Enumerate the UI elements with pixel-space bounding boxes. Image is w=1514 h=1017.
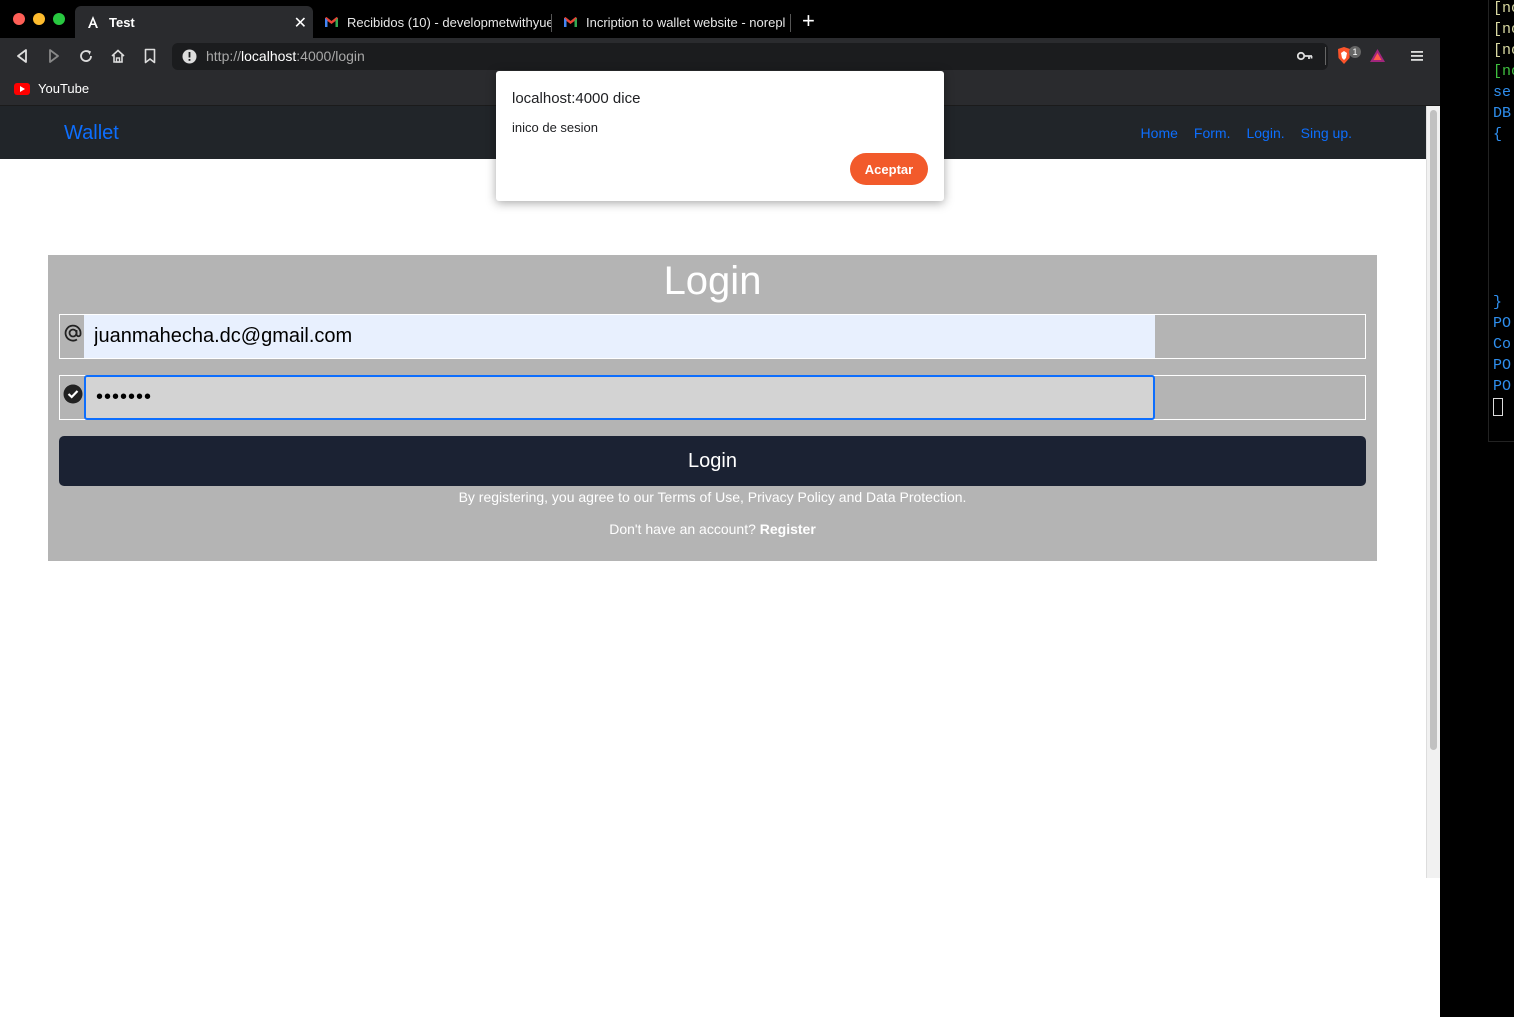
menu-icon[interactable] [1410, 49, 1424, 67]
login-card: Login Login By registering, you agree to… [48, 255, 1377, 561]
login-button[interactable]: Login [59, 436, 1366, 486]
bookmark-icon [144, 48, 156, 64]
brave-rewards-icon[interactable] [1369, 48, 1386, 68]
address-bar[interactable]: http://localhost:4000/login [172, 43, 1328, 70]
tab-title: Recibidos (10) - developmetwithyue [347, 14, 551, 30]
password-field-group [59, 375, 1366, 420]
toolbar-divider [1325, 47, 1326, 65]
login-title: Login [663, 259, 762, 303]
tab-bar: Test ✕ Recibidos (10) - developmetwithyu… [0, 0, 1440, 38]
check-circle-icon [62, 383, 84, 405]
page-scrollbar[interactable] [1426, 106, 1440, 878]
tab-test[interactable]: Test ✕ [75, 6, 313, 38]
terminal-window: [no [no [no [no se DB { } PO Co PO PO [1440, 0, 1514, 1017]
back-button[interactable] [12, 46, 32, 66]
register-line: Don't have an account? Register [48, 521, 1377, 537]
reload-button[interactable] [76, 46, 96, 66]
terminal-output: [no [no [no [no se DB { } PO Co PO PO [1488, 0, 1514, 442]
tab-title: Test [109, 14, 135, 30]
gmail-icon [323, 14, 339, 30]
browser-toolbar: http://localhost:4000/login 1 [0, 38, 1440, 74]
browser-window: Test ✕ Recibidos (10) - developmetwithyu… [0, 0, 1440, 878]
accept-button[interactable]: Aceptar [850, 153, 928, 185]
terminal-line: PO [1493, 378, 1512, 395]
url-scheme: http:// [206, 48, 242, 64]
url-path: :4000/login [296, 48, 365, 64]
alert-dialog: localhost:4000 dice inico de sesion Acep… [496, 71, 944, 201]
minimize-window-button[interactable] [33, 13, 45, 25]
key-icon[interactable] [1296, 49, 1313, 67]
url-host: localhost [241, 48, 297, 64]
reload-icon [80, 50, 92, 62]
terminal-line: DB [1493, 105, 1512, 122]
password-input[interactable] [84, 375, 1155, 420]
forward-icon [49, 49, 59, 63]
scrollbar-thumb[interactable] [1430, 110, 1437, 750]
terms-text: By registering, you agree to our Terms o… [458, 489, 967, 505]
info-icon[interactable] [182, 49, 197, 69]
nav-login[interactable]: Login. [1246, 125, 1284, 141]
terminal-line: se [1493, 84, 1512, 101]
terminal-line: PO [1493, 315, 1512, 332]
terminal-line: [no [1493, 63, 1514, 80]
close-window-button[interactable] [13, 13, 25, 25]
terminal-line: [no [1493, 21, 1514, 38]
web-page: Wallet Home Form. Login. Sing up. Login [0, 106, 1426, 878]
terminal-line: { [1493, 126, 1503, 143]
at-sign-icon [62, 322, 84, 344]
nav-signup[interactable]: Sing up. [1301, 125, 1352, 141]
close-tab-icon[interactable]: ✕ [294, 13, 307, 33]
terminal-line: Co [1493, 336, 1512, 353]
email-input[interactable] [84, 315, 1155, 358]
home-button[interactable] [108, 46, 128, 66]
terminal-line: [no [1493, 42, 1514, 59]
terminal-line: [no [1493, 0, 1514, 17]
nav-home[interactable]: Home [1141, 125, 1178, 141]
shield-count-badge: 1 [1349, 46, 1361, 58]
nav-links: Home Form. Login. Sing up. [1141, 125, 1352, 141]
terminal-line: PO [1493, 357, 1512, 374]
dialog-message: inico de sesion [512, 120, 598, 135]
tab-gmail-inbox[interactable]: Recibidos (10) - developmetwithyue [313, 6, 551, 38]
angular-icon [85, 14, 101, 30]
terminal-cursor [1493, 398, 1503, 416]
email-field-group [59, 314, 1366, 359]
register-link[interactable]: Register [760, 521, 816, 537]
maximize-window-button[interactable] [53, 13, 65, 25]
forward-button[interactable] [44, 46, 64, 66]
brand-link[interactable]: Wallet [64, 122, 119, 145]
back-icon [17, 49, 27, 63]
url-text: http://localhost:4000/login [206, 48, 365, 64]
home-icon [111, 49, 125, 63]
bookmark-label: YouTube [38, 81, 90, 96]
tab-title: Incription to wallet website - norepl [586, 14, 786, 30]
dialog-title: localhost:4000 dice [512, 90, 641, 107]
gmail-icon [562, 14, 578, 30]
bookmark-youtube[interactable]: YouTube [14, 81, 89, 96]
desktop-area [0, 878, 1440, 1017]
no-account-text: Don't have an account? [609, 521, 756, 537]
bookmark-button[interactable] [140, 46, 160, 66]
tab-divider [790, 14, 791, 32]
tab-gmail-inscription[interactable]: Incription to wallet website - norepl [552, 6, 790, 38]
youtube-icon [14, 82, 30, 95]
nav-form[interactable]: Form. [1194, 125, 1231, 141]
terminal-line: } [1493, 294, 1503, 311]
new-tab-button[interactable]: + [802, 10, 815, 32]
